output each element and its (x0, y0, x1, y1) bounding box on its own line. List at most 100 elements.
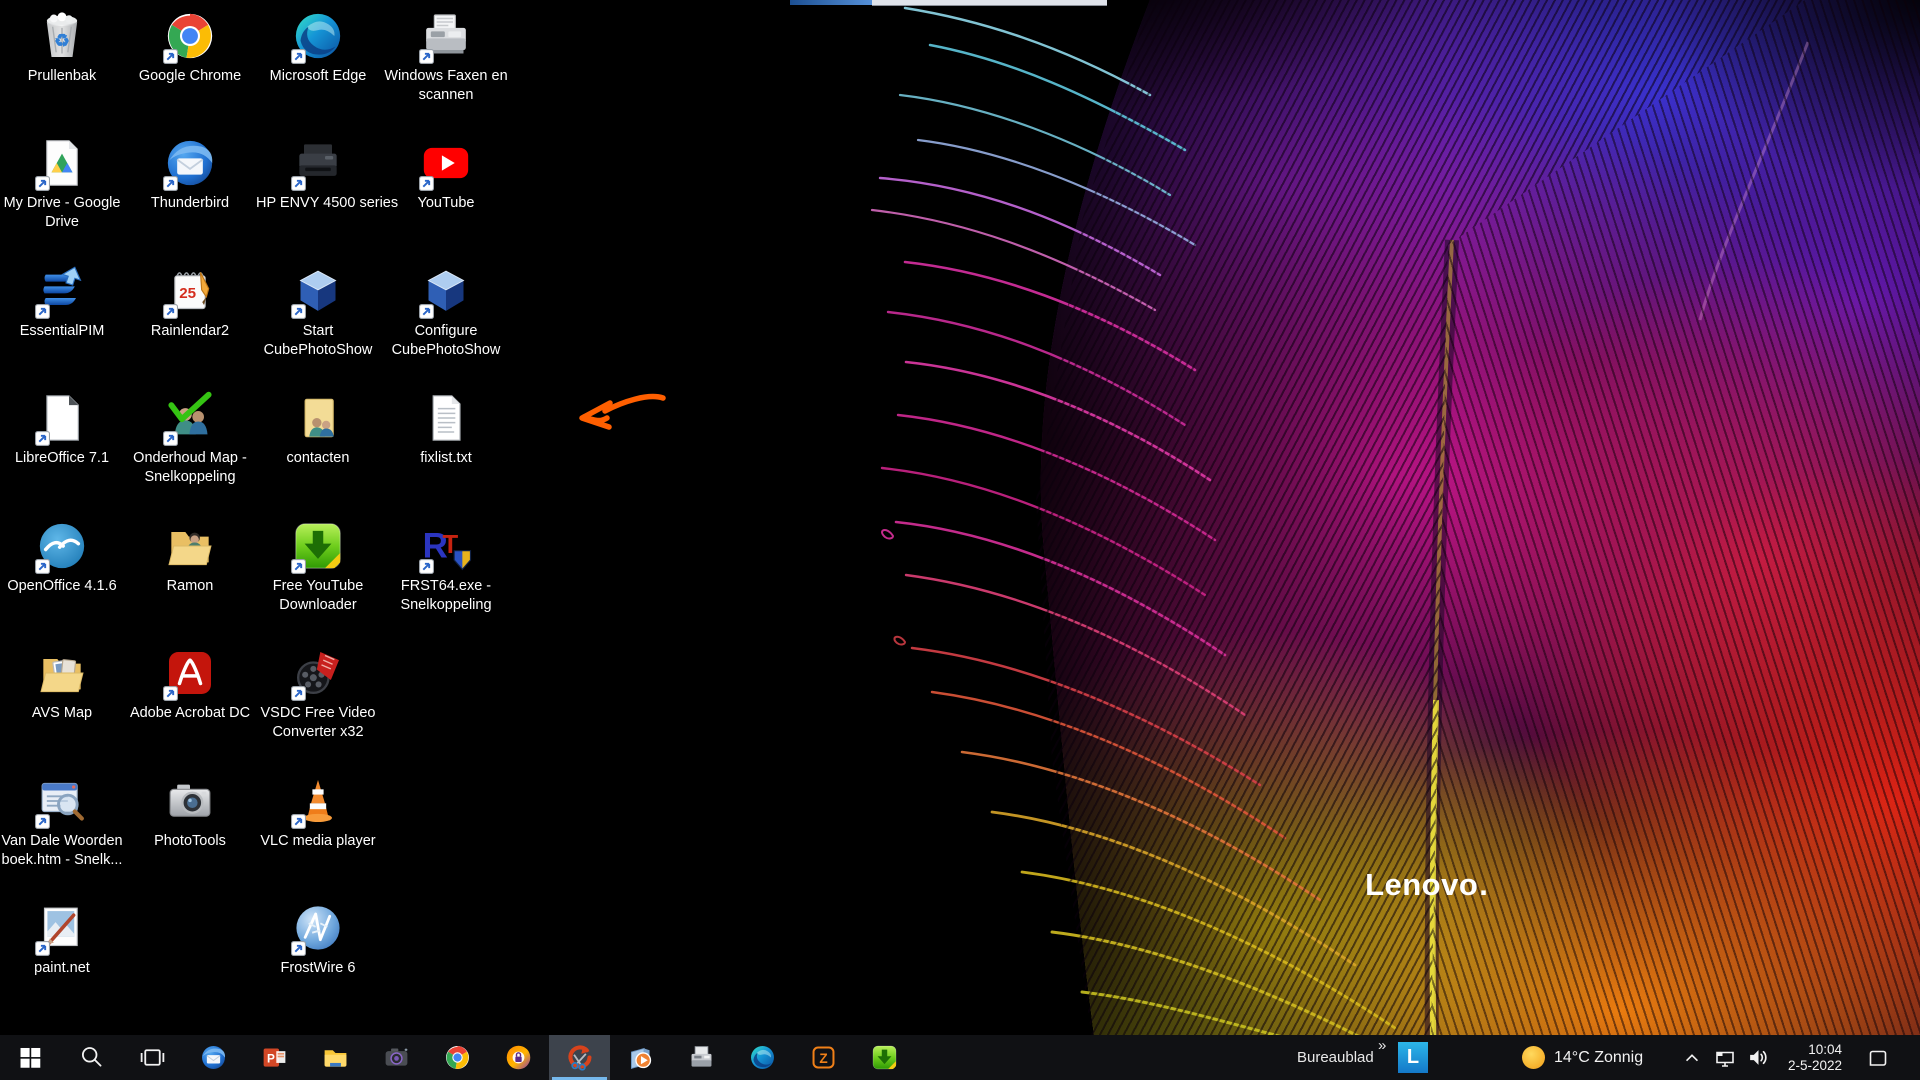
camera-photo-icon (169, 784, 211, 817)
taskbar-button-camera[interactable] (366, 1035, 427, 1080)
desktop-icon-label-line: Free YouTube (272, 578, 364, 594)
taskbar-button-task-view[interactable] (122, 1035, 183, 1080)
desktop-icon-label-line: Start (302, 323, 334, 339)
desktop-icon-label-line: Downloader (279, 596, 357, 613)
desktop-icon-fax-machine[interactable]: Windows Faxen en scannen (384, 8, 508, 104)
desktop-icon-photos-folder[interactable]: AVS Map (0, 645, 124, 723)
desktop-icon-label-line: Prullenbak (27, 68, 97, 84)
desktop-icon-label-line: Snelkoppeling (400, 596, 492, 613)
desktop-icon-gdrive-doc[interactable]: My Drive - Google Drive (0, 135, 124, 231)
desktop-icon-person-folder[interactable]: Ramon (128, 518, 252, 596)
action-center-button[interactable] (1862, 1035, 1894, 1080)
taskbar-button-media-player[interactable] (610, 1035, 671, 1080)
desktop-icon-people-check[interactable]: Onderhoud Map - Snelkoppeling (128, 390, 252, 486)
desktop-icon-label-line: PhotoTools (154, 833, 226, 849)
desktop-icon-label: AVS Map (0, 704, 124, 723)
desktop-icon-frostwire[interactable]: FrostWire 6 (256, 900, 380, 978)
desktop-icon-label-line: paint.net (34, 960, 90, 976)
desktop-icon-label-line: contacten (286, 450, 350, 466)
desktop-icon-label-line: OpenOffice 4.1.6 (7, 578, 117, 594)
svg-text:Z: Z (819, 1051, 827, 1066)
shortcut-arrow-icon (291, 176, 306, 191)
desktop-icon-label: HP ENVY 4500 series (256, 194, 398, 213)
desktop-icon-label: Ramon (128, 577, 252, 596)
tb-start-icon (20, 1047, 41, 1068)
desktop-icon-label-line: Adobe Acrobat DC (129, 705, 251, 721)
desktop-icon-recycle-bin[interactable]: ♻ Prullenbak (0, 8, 124, 86)
desktop-icon-image (162, 135, 218, 191)
desktop-icon-vandale[interactable]: Van Dale Woorden boek.htm - Snelk... (0, 773, 124, 869)
desktop-icon-label: Configure CubePhotoShow (384, 322, 508, 359)
desktop-icon-thunderbird[interactable]: Thunderbird (128, 135, 252, 213)
desktop-icon-label-line: YouTube (417, 195, 475, 211)
desktop-icon-youtube[interactable]: YouTube (384, 135, 508, 213)
desktop-icon-label-line: Configure (414, 323, 478, 339)
desktop-icon-label: Rainlendar2 (128, 322, 252, 341)
desktop-icon-cube[interactable]: Configure CubePhotoShow (384, 263, 508, 359)
desktop-icon-camera-photo[interactable]: PhotoTools (128, 773, 252, 851)
lenovo-logo-text: Lenovo (1365, 866, 1479, 902)
tray-show-hidden-icons-button[interactable] (1680, 1035, 1704, 1080)
taskbar-button-file-explorer[interactable] (305, 1035, 366, 1080)
taskbar-button-powerpoint[interactable]: P (244, 1035, 305, 1080)
desktop-icon-libreoffice[interactable]: LibreOffice 7.1 (0, 390, 124, 468)
desktop-icon-acrobat[interactable]: Adobe Acrobat DC (128, 645, 252, 723)
taskbar-weather-widget[interactable]: 14°C Zonnig (1522, 1035, 1643, 1080)
taskbar-button-zinio[interactable]: Z (793, 1035, 854, 1080)
desktop-icon-label: OpenOffice 4.1.6 (0, 577, 124, 596)
weather-condition: Zonnig (1594, 1048, 1644, 1066)
desktop-icon-image (162, 8, 218, 64)
ethernet-network-icon (1716, 1051, 1734, 1067)
desktop-icon-label: Van Dale Woorden boek.htm - Snelk... (0, 832, 124, 869)
desktop-icon-text-file[interactable]: fixlist.txt (384, 390, 508, 468)
chevron-up-icon (1685, 1053, 1699, 1061)
shortcut-arrow-icon (419, 304, 434, 319)
taskbar-button-thunderbird[interactable] (183, 1035, 244, 1080)
recycle-bin-icon: ♻ (46, 12, 78, 57)
toolbar-overflow-chevron-icon[interactable]: » (1378, 1037, 1386, 1054)
tb-powerpoint-icon: P (263, 1048, 286, 1067)
desktop-icon-label-line: fixlist.txt (420, 450, 472, 466)
tb-fax-icon (691, 1046, 712, 1067)
window-remnant-light-strip (872, 0, 1107, 6)
taskbar-button-search[interactable] (61, 1035, 122, 1080)
lenovo-vantage-icon[interactable]: L (1398, 1042, 1428, 1073)
taskbar-button-avast-secure-browser[interactable] (488, 1035, 549, 1080)
shortcut-arrow-icon (35, 431, 50, 446)
desktop-icon-label-line: boek.htm - Snelk... (1, 851, 123, 868)
taskbar-button-chrome[interactable] (427, 1035, 488, 1080)
shortcut-arrow-icon (291, 941, 306, 956)
shortcut-arrow-icon (163, 431, 178, 446)
taskbar-button-start[interactable] (0, 1035, 61, 1080)
desktop-icon-contacts-folder[interactable]: contacten (256, 390, 380, 468)
desktop-icon-essentialpim[interactable]: EssentialPIM (0, 263, 124, 341)
desktop-icon-openoffice[interactable]: OpenOffice 4.1.6 (0, 518, 124, 596)
taskbar-button-fax-and-scan[interactable] (671, 1035, 732, 1080)
desktop-icon-paintnet[interactable]: paint.net (0, 900, 124, 978)
taskbar-clock[interactable]: 10:04 2-5-2022 (1778, 1035, 1842, 1080)
taskbar-button-edge[interactable] (732, 1035, 793, 1080)
desktop-icon-label: YouTube (384, 194, 508, 213)
desktop-icon-hp-printer[interactable]: HP ENVY 4500 series (256, 135, 398, 213)
desktop-icon-label-line: Windows Faxen en (384, 68, 508, 84)
shortcut-arrow-icon (291, 304, 306, 319)
text-file-icon (432, 395, 461, 441)
desktop-icon-vlc-cone[interactable]: VLC media player (256, 773, 380, 851)
shortcut-arrow-icon (163, 49, 178, 64)
desktop-icon-edge[interactable]: Microsoft Edge (256, 8, 380, 86)
desktop-icon-free-ytd[interactable]: Free YouTube Downloader (256, 518, 380, 614)
taskbar-button-free-youtube-downloader[interactable] (854, 1035, 915, 1080)
desktop-toolbar-label[interactable]: Bureaublad (1297, 1035, 1374, 1080)
tray-volume-button[interactable] (1744, 1035, 1772, 1080)
taskbar-button-free-screen-video-recorder[interactable] (549, 1035, 610, 1080)
desktop-icon-cube[interactable]: Start CubePhotoShow (256, 263, 380, 359)
desktop-icon-image (290, 8, 346, 64)
desktop-icon-image: R T (418, 518, 474, 574)
desktop-icon-chrome[interactable]: Google Chrome (128, 8, 252, 86)
window-remnant-blue-strip (790, 0, 872, 5)
desktop-icon-frst[interactable]: R T FRST64.exe - Snelkoppeling (384, 518, 508, 614)
desktop-icon-rainlendar[interactable]: 25 Rainlendar2 (128, 263, 252, 341)
tray-network-button[interactable] (1712, 1035, 1738, 1080)
desktop-icon-vsdc[interactable]: VSDC Free Video Converter x32 (256, 645, 380, 741)
desktop-icon-label: Microsoft Edge (256, 67, 380, 86)
